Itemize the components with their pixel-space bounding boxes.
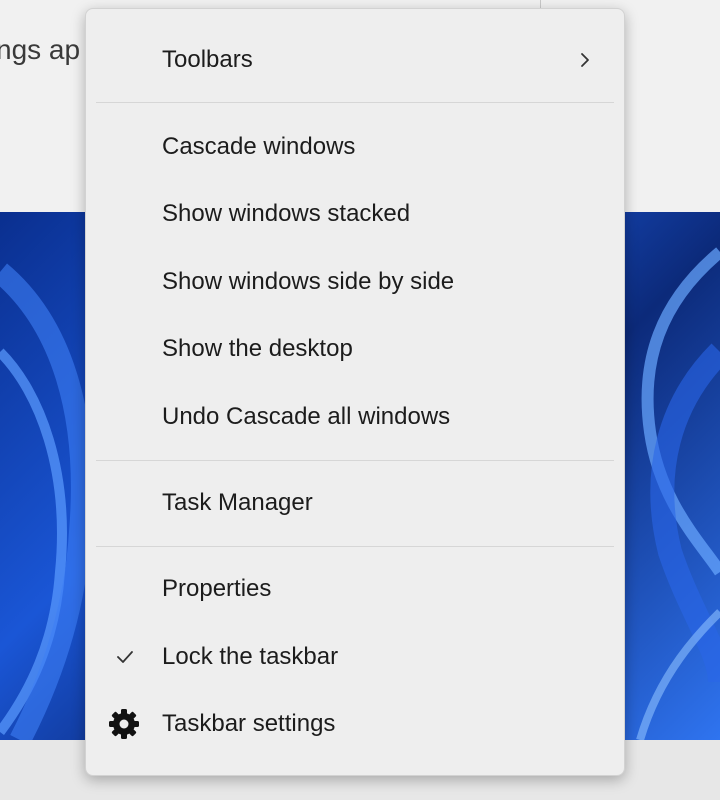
- menu-item-label: Properties: [162, 575, 272, 602]
- menu-item-label: Taskbar settings: [162, 710, 336, 737]
- menu-item-label: Show windows side by side: [162, 268, 455, 295]
- menu-item-show-windows-side-by-side[interactable]: Show windows side by side: [86, 252, 624, 312]
- menu-item-label: Task Manager: [162, 489, 313, 516]
- menu-item-task-manager[interactable]: Task Manager: [86, 473, 624, 533]
- gear-icon: [109, 709, 139, 739]
- menu-item-show-the-desktop[interactable]: Show the desktop: [86, 319, 624, 379]
- menu-item-label: Undo Cascade all windows: [162, 403, 451, 430]
- menu-item-label: Cascade windows: [162, 133, 356, 160]
- menu-item-label: Show the desktop: [162, 335, 353, 362]
- menu-item-cascade-windows[interactable]: Cascade windows: [86, 117, 624, 177]
- menu-item-label: Lock the taskbar: [162, 643, 339, 670]
- menu-item-properties[interactable]: Properties: [86, 559, 624, 619]
- checkmark-icon: [117, 651, 133, 663]
- menu-separator: [96, 102, 614, 103]
- menu-separator: [96, 546, 614, 547]
- menu-item-taskbar-settings[interactable]: Taskbar settings: [86, 694, 624, 754]
- menu-item-label: Show windows stacked: [162, 200, 411, 227]
- taskbar-context-menu: Toolbars Cascade windows Show windows st…: [85, 8, 625, 776]
- chevron-right-icon: [581, 53, 589, 67]
- menu-item-undo-cascade[interactable]: Undo Cascade all windows: [86, 387, 624, 447]
- menu-item-lock-the-taskbar[interactable]: Lock the taskbar: [86, 627, 624, 687]
- menu-item-show-windows-stacked[interactable]: Show windows stacked: [86, 184, 624, 244]
- menu-item-toolbars[interactable]: Toolbars: [86, 30, 624, 90]
- background-window-text: ngs ap: [0, 34, 81, 65]
- menu-separator: [96, 460, 614, 461]
- menu-item-label: Toolbars: [162, 46, 253, 73]
